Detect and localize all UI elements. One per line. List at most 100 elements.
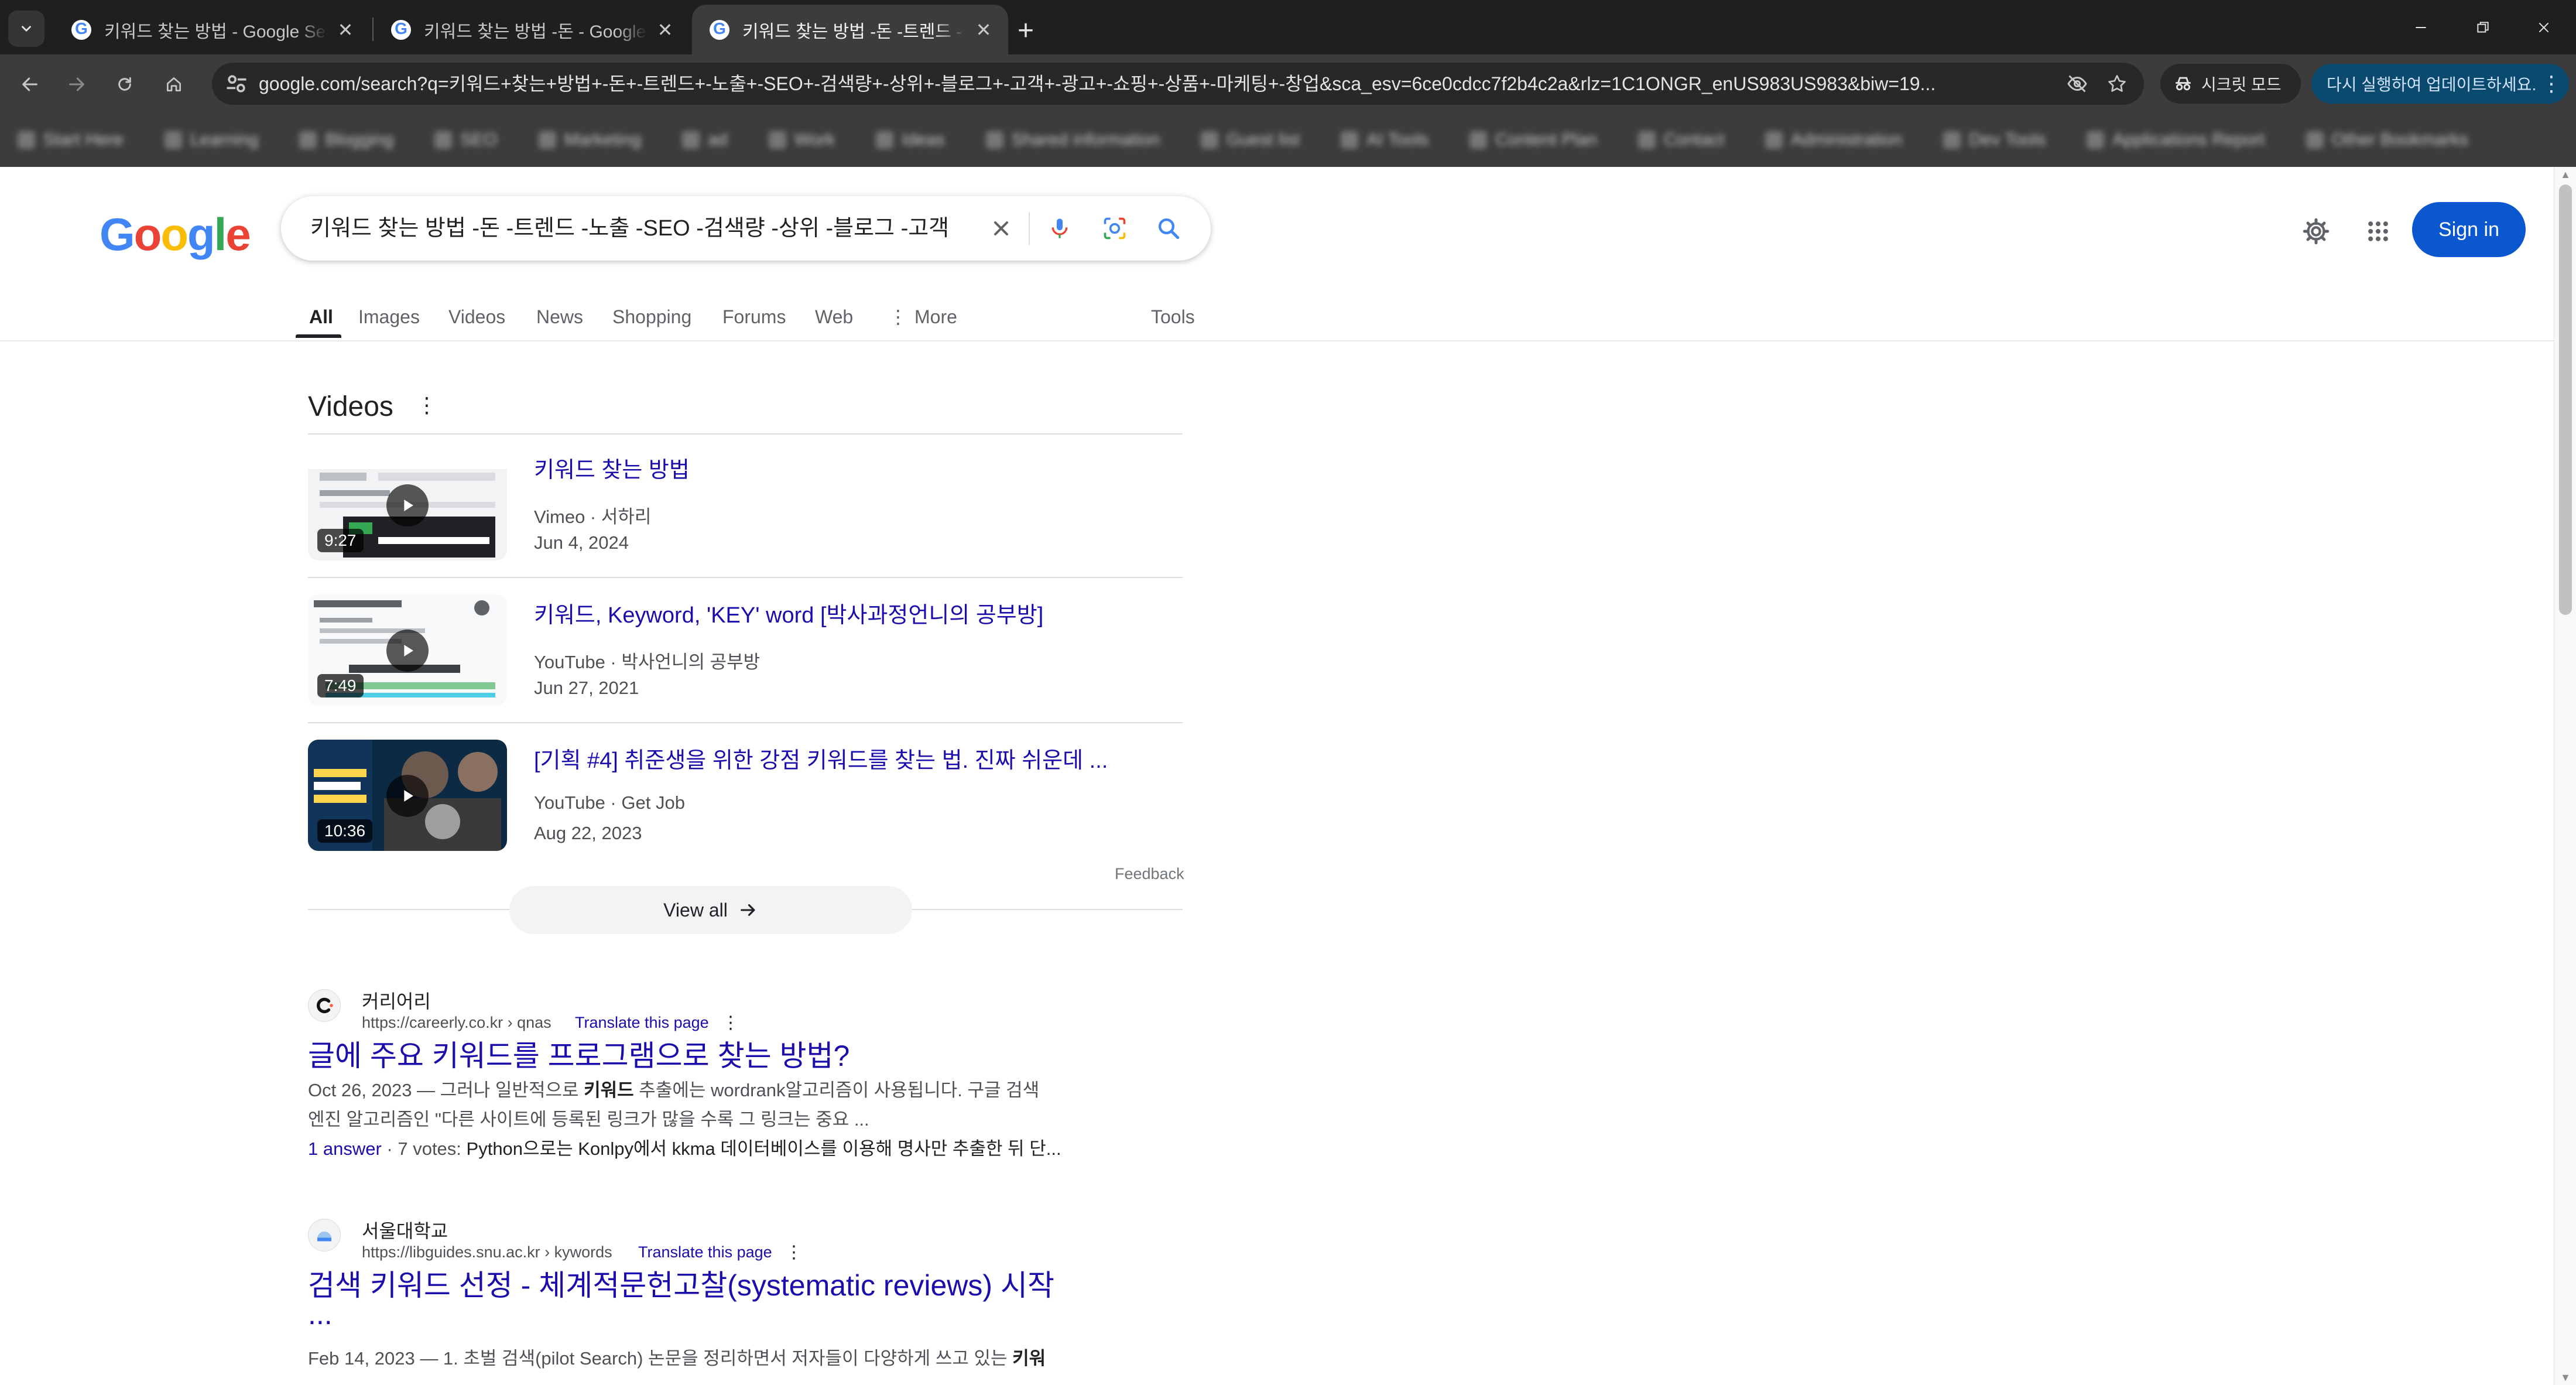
reload-icon[interactable]	[105, 65, 144, 104]
scrollbar-thumb[interactable]	[2559, 184, 2572, 615]
tab-more[interactable]: ⋮ More	[889, 297, 957, 341]
more-vert-icon[interactable]: ⋮	[2540, 64, 2563, 104]
result-snippet: 엔진 알고리즘인 "다른 사이트에 등록된 링크가 많을 수록 그 링크는 중요…	[308, 1109, 869, 1130]
microphone-icon[interactable]	[1043, 212, 1076, 245]
translate-link[interactable]: Translate this page	[638, 1243, 772, 1261]
result-title-link[interactable]: 검색 키워드 선정 - 체계적문헌고찰(systematic reviews) …	[308, 1262, 1054, 1304]
result-snippet: Oct 26, 2023 — 그러나 일반적으로 키워드 추출에는 wordra…	[308, 1076, 1039, 1105]
bookmark-item[interactable]: SEO	[434, 130, 498, 150]
browser-tab-3-active[interactable]: 키워드 찾는 방법 -돈 -트렌드 - Google Search ✕	[692, 5, 1008, 54]
clear-icon[interactable]	[985, 212, 1018, 245]
minimize-icon[interactable]	[2395, 8, 2447, 47]
gear-icon[interactable]	[2297, 213, 2335, 250]
scroll-down-arrow-icon[interactable]: ▼	[2554, 1370, 2576, 1385]
bookmark-item[interactable]: Work	[768, 130, 835, 150]
tab-tools[interactable]: Tools	[1151, 297, 1195, 341]
bookmark-item[interactable]: Shared information	[985, 130, 1160, 150]
bookmark-item[interactable]: ad	[682, 130, 728, 150]
bookmark-label: Learning	[190, 130, 259, 149]
browser-toolbar: google.com/search?q=키워드+찾는+방법+-돈+-트렌드+-노…	[0, 54, 2576, 113]
translate-link[interactable]: Translate this page	[575, 1014, 709, 1032]
bookmark-item[interactable]: Other Bookmarks	[2306, 130, 2468, 150]
scroll-up-arrow-icon[interactable]: ▲	[2554, 167, 2576, 182]
video-title-link[interactable]: 키워드, Keyword, 'KEY' word [박사과정언니의 공부방]	[534, 597, 1043, 629]
tab-forums[interactable]: Forums	[722, 297, 786, 341]
view-all-label: View all	[663, 899, 728, 921]
search-box[interactable]: 키워드 찾는 방법 -돈 -트렌드 -노출 -SEO -검색량 -상위 -블로그…	[281, 196, 1211, 261]
bookmark-folder-icon	[299, 131, 317, 149]
bookmarks-bar: Start Here Learning Blogging SEO Marketing ad…	[0, 113, 2576, 167]
lens-camera-icon[interactable]	[1098, 212, 1131, 245]
address-bar[interactable]: google.com/search?q=키워드+찾는+방법+-돈+-트렌드+-노…	[212, 63, 2144, 105]
bookmark-item[interactable]: Administration	[1765, 130, 1902, 150]
video-title-link[interactable]: [기획 #4] 취준생을 위한 강점 키워드를 찾는 법. 진짜 쉬운데 ...	[534, 742, 1108, 774]
bookmark-label: Contact	[1663, 130, 1725, 149]
apps-grid-icon[interactable]	[2359, 213, 2397, 250]
video-duration: 9:27	[317, 529, 364, 552]
answers-link[interactable]: 1 answer	[308, 1138, 382, 1159]
bookmark-item[interactable]: Dev Tools	[1943, 130, 2046, 150]
eye-off-icon[interactable]	[2064, 71, 2090, 97]
result-title-continued[interactable]: ...	[308, 1297, 333, 1331]
tab-shopping[interactable]: Shopping	[612, 297, 691, 341]
address-url[interactable]: google.com/search?q=키워드+찾는+방법+-돈+-트렌드+-노…	[259, 63, 2039, 105]
close-icon[interactable]: ✕	[334, 18, 357, 42]
bookmark-item[interactable]: Guest list	[1201, 130, 1300, 150]
browser-tab-1[interactable]: 키워드 찾는 방법 - Google Search ✕	[54, 5, 370, 54]
video-thumbnail[interactable]: 9:27	[308, 449, 507, 560]
video-title-link[interactable]: 키워드 찾는 방법	[534, 452, 690, 484]
google-logo[interactable]: Google	[100, 208, 251, 261]
result-title-link[interactable]: 글에 주요 키워드를 프로그램으로 찾는 방법?	[308, 1032, 849, 1075]
bookmark-item[interactable]: Content Plan	[1469, 130, 1597, 150]
tab-videos[interactable]: Videos	[448, 297, 505, 341]
page-scrollbar[interactable]: ▲ ▼	[2554, 167, 2576, 1385]
feedback-link[interactable]: Feedback	[1115, 865, 1184, 883]
home-icon[interactable]	[155, 65, 193, 104]
back-arrow-icon[interactable]	[11, 65, 49, 104]
bookmark-item[interactable]: AI Tools	[1341, 130, 1429, 150]
bookmark-item[interactable]: Applications Report	[2087, 130, 2265, 150]
window-close-icon[interactable]	[2517, 8, 2570, 47]
browser-tab-2[interactable]: 키워드 찾는 방법 -돈 - Google Search ✕	[374, 5, 690, 54]
new-tab-plus-icon[interactable]: +	[1009, 14, 1042, 47]
close-icon[interactable]: ✕	[972, 18, 995, 42]
snippet-highlight: 키워	[1012, 1348, 1046, 1369]
more-vert-icon[interactable]: ⋮	[722, 1011, 739, 1034]
search-result: 서울대학교 https://libguides.snu.ac.kr › kywo…	[308, 1216, 1186, 1385]
search-icon[interactable]	[1152, 212, 1185, 245]
more-vert-icon[interactable]: ⋮	[416, 392, 437, 419]
forward-arrow-icon[interactable]	[57, 65, 96, 104]
bookmark-item[interactable]: Learning	[164, 130, 259, 150]
more-vert-icon[interactable]: ⋮	[785, 1241, 803, 1263]
close-icon[interactable]: ✕	[653, 18, 677, 42]
bookmark-label: Administration	[1791, 130, 1903, 149]
chevron-down-icon	[22, 26, 31, 32]
bookmark-item[interactable]: Blogging	[299, 130, 393, 150]
snippet-highlight: 키워드	[584, 1080, 634, 1100]
site-settings-icon[interactable]	[224, 71, 249, 97]
view-all-button[interactable]: View all	[509, 886, 912, 934]
bookmark-folder-icon	[1341, 131, 1359, 149]
bookmark-star-icon[interactable]	[2104, 71, 2130, 97]
result-url[interactable]: https://libguides.snu.ac.kr › kywords	[362, 1243, 612, 1261]
sign-in-button[interactable]: Sign in	[2412, 202, 2526, 257]
video-thumbnail[interactable]: 10:36	[308, 740, 507, 851]
incognito-indicator[interactable]: 시크릿 모드	[2160, 64, 2301, 104]
bookmark-item[interactable]: Start Here	[18, 130, 124, 150]
result-url[interactable]: https://careerly.co.kr › qnas	[362, 1014, 551, 1032]
snu-library-favicon-icon	[308, 1219, 341, 1251]
tab-search-button[interactable]	[8, 11, 44, 47]
tab-images[interactable]: Images	[358, 297, 420, 341]
bookmark-item[interactable]: Marketing	[538, 130, 641, 150]
bookmark-item[interactable]: Ideas	[876, 130, 945, 150]
video-thumbnail[interactable]: 7:49	[308, 594, 507, 706]
restore-icon[interactable]	[2457, 8, 2509, 47]
update-button[interactable]: 다시 실행하여 업데이트하세요. ⋮	[2311, 64, 2569, 104]
tab-news[interactable]: News	[536, 297, 583, 341]
tab-web[interactable]: Web	[815, 297, 853, 341]
bookmark-folder-icon	[682, 131, 700, 149]
bookmark-label: Guest list	[1227, 130, 1300, 149]
bookmark-item[interactable]: Contact	[1638, 130, 1724, 150]
bookmark-label: AI Tools	[1366, 130, 1429, 149]
search-input[interactable]: 키워드 찾는 방법 -돈 -트렌드 -노출 -SEO -검색량 -상위 -블로그…	[310, 196, 1013, 261]
